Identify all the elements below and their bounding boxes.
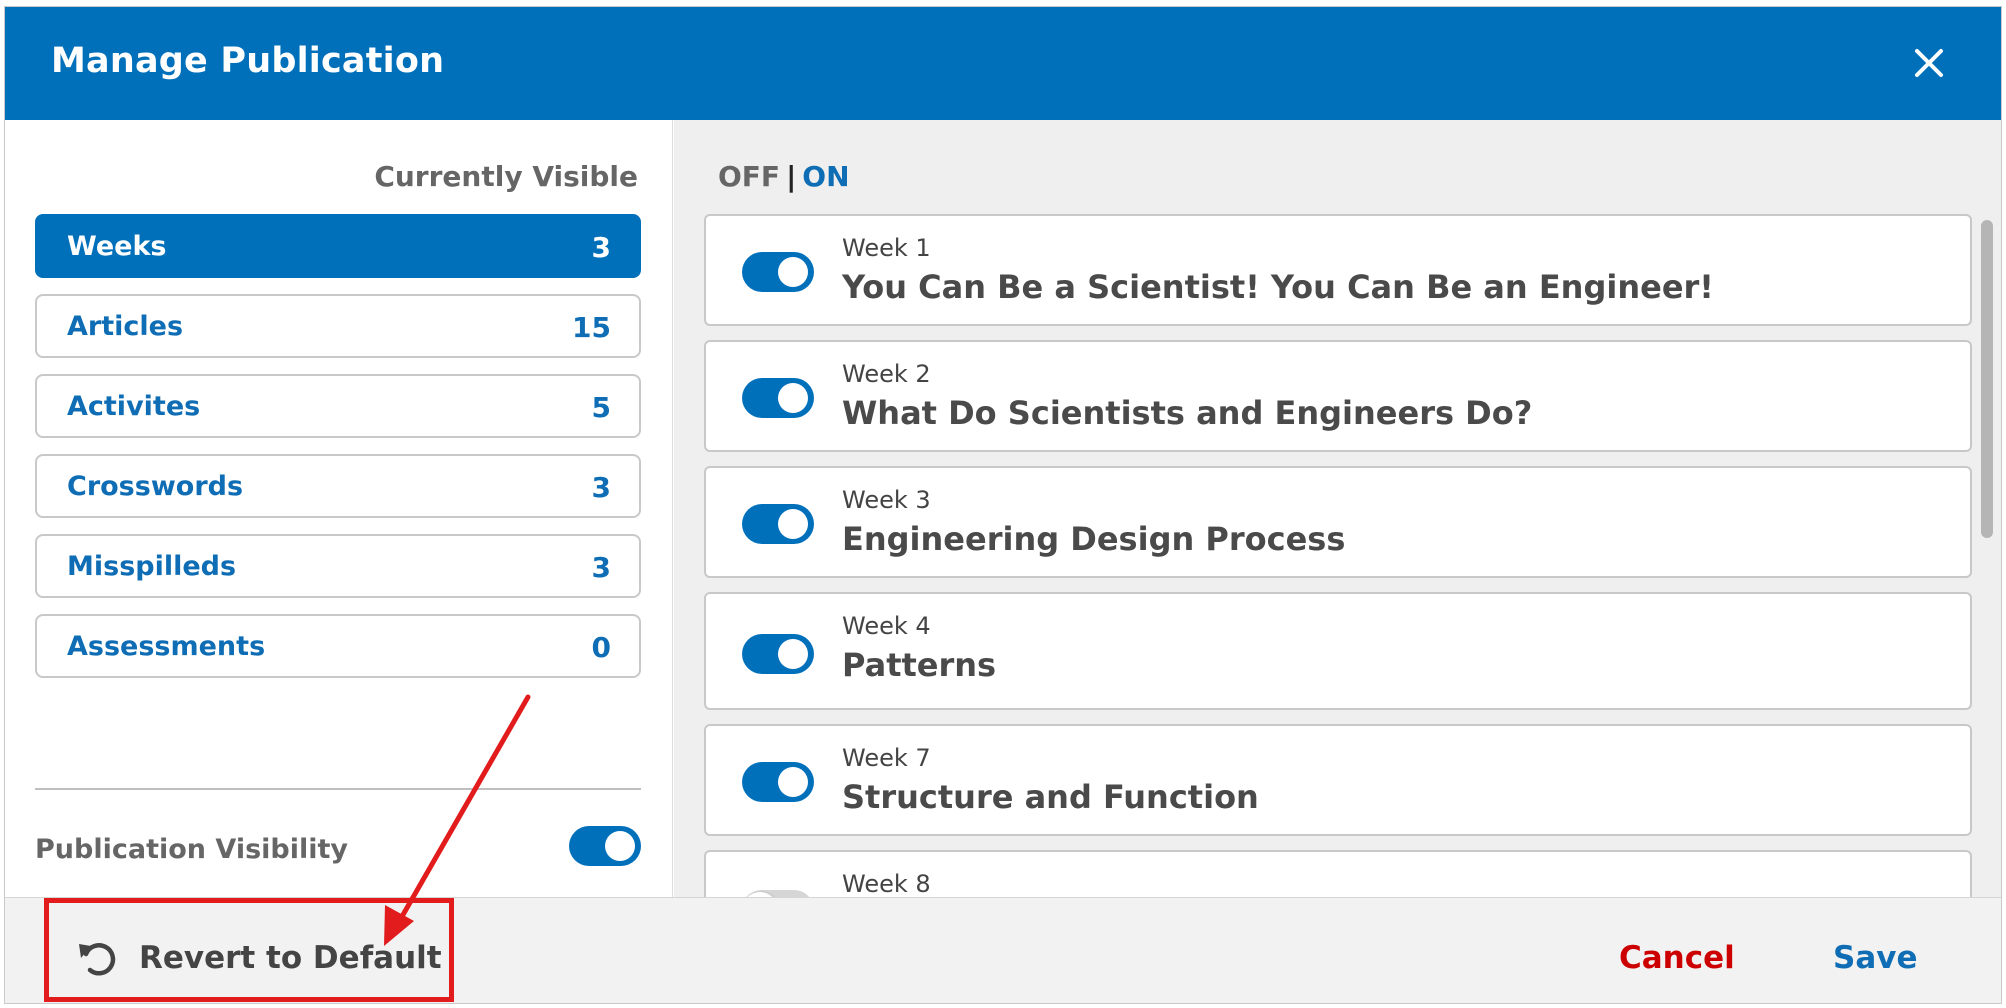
category-count: 5 <box>591 391 611 424</box>
divider <box>35 788 641 790</box>
week-number: Week 1 <box>842 234 931 262</box>
publication-visibility-toggle[interactable] <box>569 826 641 866</box>
category-misspilleds[interactable]: Misspilleds 3 <box>35 534 641 598</box>
category-count: 3 <box>591 471 611 504</box>
week-visibility-toggle[interactable] <box>742 634 814 674</box>
category-crosswords[interactable]: Crosswords 3 <box>35 454 641 518</box>
save-button[interactable]: Save <box>1833 940 1917 976</box>
category-assessments[interactable]: Assessments 0 <box>35 614 641 678</box>
category-label: Crosswords <box>67 471 244 502</box>
category-weeks[interactable]: Weeks 3 <box>35 214 641 278</box>
category-count: 15 <box>572 311 611 344</box>
week-number: Week 3 <box>842 486 931 514</box>
category-count: 3 <box>591 231 611 264</box>
category-label: Assessments <box>67 631 266 662</box>
category-label: Articles <box>67 311 184 342</box>
week-card: Week 3 Engineering Design Process <box>704 466 1972 578</box>
toggle-knob <box>778 767 808 797</box>
off-on-legend: OFF | ON <box>718 160 850 193</box>
week-visibility-toggle[interactable] <box>742 762 814 802</box>
week-title: Patterns <box>842 646 997 684</box>
week-visibility-toggle[interactable] <box>742 252 814 292</box>
week-title: What Do Scientists and Engineers Do? <box>842 394 1533 432</box>
category-count: 3 <box>591 551 611 584</box>
week-number: Week 7 <box>842 744 931 772</box>
dialog-title: Manage Publication <box>51 41 445 81</box>
category-articles[interactable]: Articles 15 <box>35 294 641 358</box>
off-on-separator: | <box>786 160 797 193</box>
toggle-knob <box>778 257 808 287</box>
on-label: ON <box>802 160 850 193</box>
category-count: 0 <box>591 631 611 664</box>
week-visibility-toggle[interactable] <box>742 890 814 897</box>
annotation-highlight-box <box>44 898 454 1002</box>
week-number: Week 2 <box>842 360 931 388</box>
week-card: Week 7 Structure and Function <box>704 724 1972 836</box>
week-number: Week 8 <box>842 870 931 897</box>
category-activites[interactable]: Activites 5 <box>35 374 641 438</box>
toggle-knob <box>778 383 808 413</box>
scrollbar[interactable] <box>1981 220 1993 538</box>
week-title: Engineering Design Process <box>842 520 1346 558</box>
toggle-knob <box>778 509 808 539</box>
week-number: Week 4 <box>842 612 931 640</box>
week-visibility-toggle[interactable] <box>742 504 814 544</box>
week-card: Week 2 What Do Scientists and Engineers … <box>704 340 1972 452</box>
cancel-button[interactable]: Cancel <box>1619 940 1735 976</box>
category-label: Activites <box>67 391 201 422</box>
week-card: Week 4 Patterns <box>704 592 1972 710</box>
close-icon[interactable] <box>1911 45 1947 81</box>
category-label: Misspilleds <box>67 551 237 582</box>
week-visibility-toggle[interactable] <box>742 378 814 418</box>
toggle-knob <box>605 831 635 861</box>
manage-publication-dialog: Manage Publication Currently Visible Wee… <box>4 6 2002 1004</box>
week-card: Week 8 <box>704 850 1972 897</box>
week-card: Week 1 You Can Be a Scientist! You Can B… <box>704 214 1972 326</box>
publication-visibility-label: Publication Visibility <box>35 834 349 865</box>
dialog-header: Manage Publication <box>5 7 2001 120</box>
toggle-knob <box>778 639 808 669</box>
category-sidebar: Currently Visible Weeks 3 Articles 15 Ac… <box>5 120 673 897</box>
off-label: OFF <box>718 160 781 193</box>
week-title: Structure and Function <box>842 778 1259 816</box>
week-title: You Can Be a Scientist! You Can Be an En… <box>842 268 1714 306</box>
currently-visible-header: Currently Visible <box>374 160 638 193</box>
category-label: Weeks <box>67 231 167 262</box>
weeks-list-panel: OFF | ON Week 1 You Can Be a Scientist! Yo… <box>674 120 2001 897</box>
